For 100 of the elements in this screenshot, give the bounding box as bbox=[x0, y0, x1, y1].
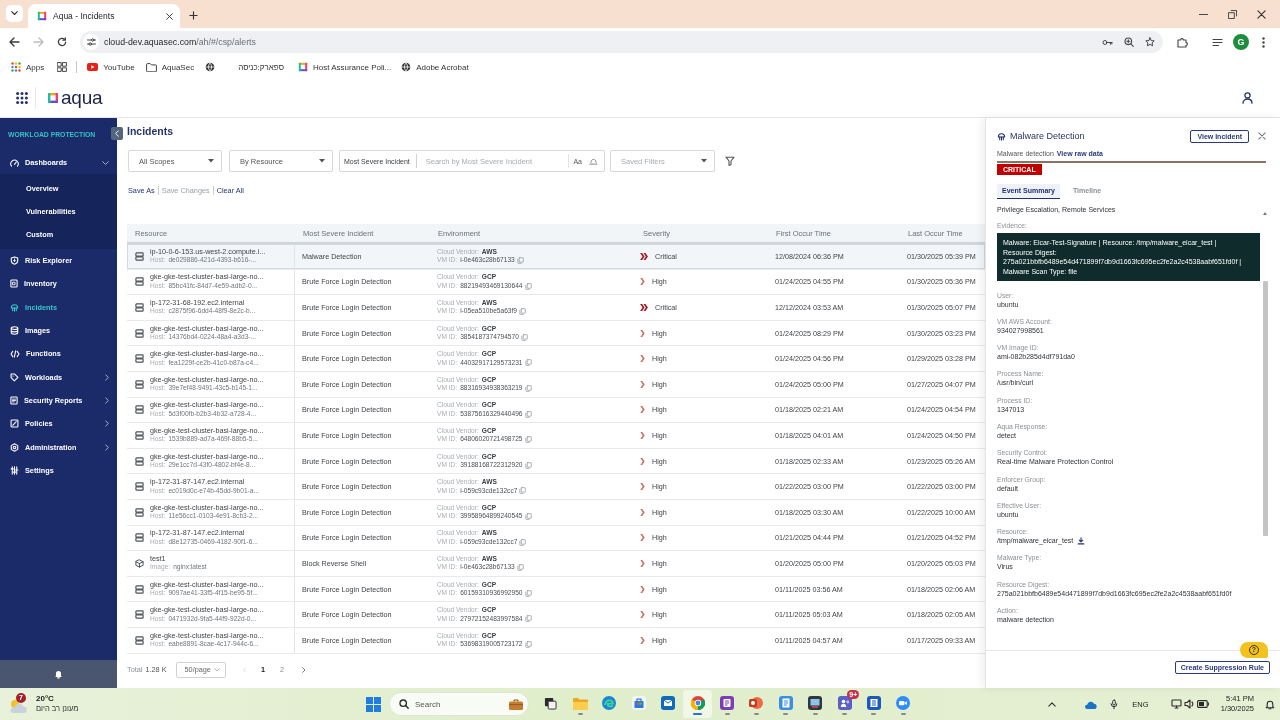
bell-icon[interactable] bbox=[54, 669, 63, 679]
taskbar-search[interactable]: Search bbox=[389, 692, 529, 716]
address-bar[interactable]: cloud-dev.aquasec.com/ah/#/csp/alerts bbox=[80, 31, 1163, 53]
wave-circle-icon bbox=[602, 696, 617, 710]
chevron-icon bbox=[640, 636, 645, 644]
server-icon bbox=[135, 507, 144, 517]
chevron-icon bbox=[640, 508, 645, 516]
battery-icon[interactable] bbox=[1196, 700, 1209, 708]
plus-icon[interactable] bbox=[189, 11, 198, 20]
filter-icon[interactable] bbox=[725, 156, 735, 166]
profile-avatar[interactable]: G bbox=[1233, 34, 1249, 50]
four-squares-icon[interactable] bbox=[366, 696, 381, 712]
bookmark[interactable]: Adobe Acrobat bbox=[399, 58, 471, 76]
site-info-button[interactable] bbox=[83, 34, 99, 50]
server-icon bbox=[135, 251, 144, 261]
chevron-icon bbox=[640, 534, 645, 542]
chevron-up-icon[interactable] bbox=[1048, 701, 1057, 707]
overlapping-squares-icon bbox=[544, 696, 558, 710]
tag-icon bbox=[10, 372, 19, 382]
chevron-icon bbox=[640, 611, 645, 619]
restore-icon[interactable] bbox=[1228, 9, 1237, 19]
document-icon bbox=[10, 396, 18, 406]
collapse-button[interactable] bbox=[111, 127, 123, 140]
close-icon[interactable] bbox=[1258, 132, 1266, 140]
chevron-icon bbox=[640, 406, 645, 414]
search-icon bbox=[399, 699, 409, 709]
server-icon bbox=[135, 303, 144, 312]
user-icon[interactable] bbox=[1242, 91, 1253, 104]
key-icon[interactable] bbox=[1102, 37, 1113, 47]
bell-icon[interactable] bbox=[1265, 698, 1275, 710]
gauge-icon bbox=[10, 158, 19, 167]
play-icon bbox=[87, 63, 99, 71]
screen-icon bbox=[808, 696, 823, 710]
chevron-icon bbox=[640, 380, 645, 388]
cube-icon bbox=[135, 558, 144, 568]
triangle-up-icon[interactable] bbox=[1263, 212, 1267, 215]
logo-mark-icon bbox=[47, 91, 59, 104]
speaker-icon[interactable] bbox=[1183, 699, 1195, 709]
people-icon bbox=[837, 696, 852, 710]
tab-search-button[interactable] bbox=[6, 5, 23, 22]
reload-icon[interactable] bbox=[57, 37, 67, 47]
chevron-right-icon[interactable] bbox=[302, 666, 306, 673]
list-icon[interactable] bbox=[1212, 37, 1223, 47]
database-icon bbox=[10, 325, 19, 335]
chevron-icon bbox=[640, 483, 645, 491]
globe-icon bbox=[205, 62, 216, 72]
caret-down-icon bbox=[208, 159, 214, 163]
mail-icon bbox=[661, 696, 676, 710]
hexagon-icon bbox=[10, 442, 19, 452]
chevron-down-icon bbox=[213, 667, 220, 672]
double-chevron-icon bbox=[640, 252, 648, 260]
shopping-bag-icon bbox=[631, 696, 646, 710]
chevron-icon bbox=[640, 585, 645, 593]
server-icon bbox=[135, 405, 144, 415]
sliders-icon bbox=[86, 38, 96, 46]
zoom-icon[interactable] bbox=[1124, 37, 1134, 47]
bookmark[interactable]: ספארק:כניסה bbox=[203, 58, 286, 76]
bookmark[interactable]: Apps bbox=[9, 58, 47, 76]
document-icon bbox=[867, 696, 881, 710]
close-icon[interactable] bbox=[166, 12, 173, 20]
apps-grid-icon[interactable] bbox=[16, 91, 28, 104]
star-icon[interactable] bbox=[1145, 37, 1155, 47]
squares-grid-icon[interactable] bbox=[57, 62, 68, 72]
puzzle-icon[interactable] bbox=[1177, 36, 1188, 48]
panel-title: Malware Detection bbox=[1010, 131, 1085, 141]
bookmark[interactable]: YouTube bbox=[85, 58, 137, 76]
monitor-icon[interactable] bbox=[1170, 699, 1182, 709]
device-icon bbox=[10, 279, 18, 289]
chevron-icon bbox=[640, 559, 645, 567]
server-icon bbox=[135, 533, 144, 543]
cloud-icon[interactable] bbox=[1084, 699, 1098, 709]
notepad-icon bbox=[778, 696, 793, 710]
server-icon bbox=[135, 610, 144, 620]
more-icon[interactable] bbox=[1262, 36, 1265, 48]
bookmark[interactable]: AquaSec bbox=[143, 58, 197, 76]
close-icon[interactable] bbox=[1257, 9, 1266, 19]
ring-icon bbox=[690, 696, 705, 710]
caret-down-icon bbox=[319, 159, 325, 163]
server-icon bbox=[135, 456, 144, 466]
chevron-icon bbox=[640, 457, 645, 465]
notebook-icon bbox=[720, 696, 735, 710]
bookmark[interactable]: Host Assurance Poli... bbox=[295, 58, 394, 76]
briefcase-icon bbox=[509, 698, 523, 710]
page-title: Incidents bbox=[127, 124, 174, 138]
chevron-icon bbox=[640, 329, 645, 337]
server-icon bbox=[135, 635, 144, 645]
download-icon[interactable] bbox=[1077, 536, 1086, 545]
chevron-icon bbox=[640, 355, 645, 363]
microphone-icon[interactable] bbox=[1110, 698, 1119, 710]
server-icon bbox=[135, 430, 144, 440]
back-icon[interactable] bbox=[8, 37, 20, 47]
presentation-icon bbox=[749, 696, 764, 710]
folder-icon bbox=[572, 696, 588, 710]
weather-temperature: 20°C bbox=[36, 694, 55, 704]
jellyfish-icon bbox=[997, 131, 1006, 141]
server-icon bbox=[135, 277, 144, 287]
minimize-icon[interactable] bbox=[1199, 13, 1208, 15]
video-camera-icon bbox=[896, 696, 911, 710]
browser-tab[interactable]: Aqua - Incidents bbox=[28, 4, 180, 28]
chevron-icon bbox=[640, 431, 645, 439]
